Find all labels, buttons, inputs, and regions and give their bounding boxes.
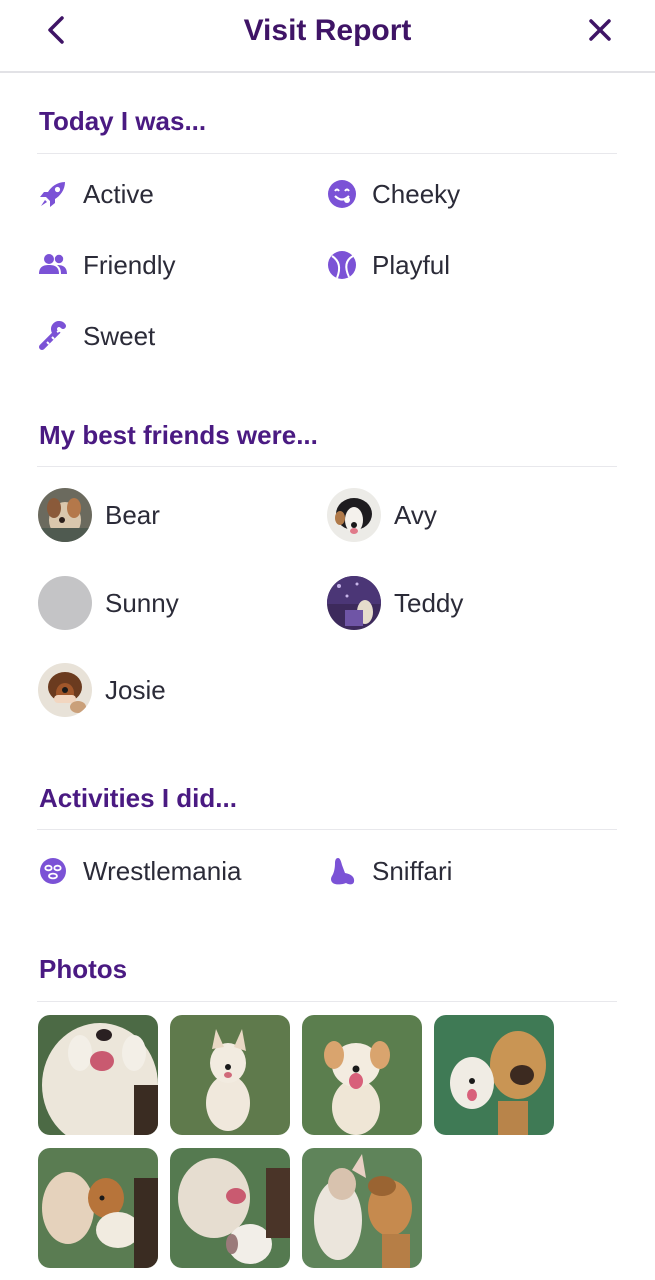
mood-label: Playful [372, 249, 451, 280]
friend-name: Teddy [394, 587, 464, 618]
photo-thumbnail[interactable] [302, 1148, 422, 1268]
avatar-placeholder [38, 576, 92, 630]
mood-item-cheeky: Cheeky [327, 172, 460, 216]
activities-section-title: Activities I did... [39, 783, 237, 813]
mood-item-playful: Playful [327, 243, 450, 287]
candy-cane-icon [38, 321, 68, 351]
close-icon [589, 19, 611, 41]
friend-item-teddy[interactable]: Teddy [327, 575, 463, 631]
mood-label: Cheeky [372, 178, 461, 209]
photos-divider [37, 1001, 617, 1002]
avatar [327, 576, 381, 630]
friend-item-sunny[interactable]: Sunny [38, 575, 179, 631]
photos-section-title: Photos [39, 954, 128, 984]
photo-thumbnail[interactable] [38, 1148, 158, 1268]
mood-item-friendly: Friendly [38, 243, 175, 287]
friend-name: Avy [394, 499, 437, 530]
mood-item-sweet: Sweet [38, 314, 155, 358]
avatar [38, 663, 92, 717]
ball-icon [327, 250, 357, 280]
users-icon [38, 250, 68, 280]
avatar [38, 488, 92, 542]
photo-thumbnail[interactable] [170, 1015, 290, 1135]
activity-label: Sniffari [372, 855, 453, 886]
friend-name: Sunny [105, 587, 179, 618]
mood-label: Active [83, 178, 154, 209]
moods-divider [37, 153, 617, 154]
activity-item-wrestlemania: Wrestlemania [38, 849, 241, 893]
friend-item-avy[interactable]: Avy [327, 487, 437, 543]
mood-label: Sweet [83, 320, 156, 351]
nose-icon [327, 856, 357, 886]
moods-section-title: Today I was... [39, 106, 207, 136]
friend-item-bear[interactable]: Bear [38, 487, 160, 543]
photo-thumbnail[interactable] [302, 1015, 422, 1135]
friend-name: Josie [105, 674, 166, 705]
photo-thumbnail[interactable] [434, 1015, 554, 1135]
photo-thumbnail[interactable] [38, 1015, 158, 1135]
rocket-icon [38, 179, 68, 209]
mood-label: Friendly [83, 249, 176, 280]
friends-divider [37, 466, 617, 467]
friend-item-josie[interactable]: Josie [38, 662, 166, 718]
cheeky-face-icon [327, 179, 357, 209]
activity-label: Wrestlemania [83, 855, 242, 886]
activities-divider [37, 829, 617, 830]
activity-item-sniffari: Sniffari [327, 849, 452, 893]
wrestler-mask-icon [38, 856, 68, 886]
friends-section-title: My best friends were... [39, 420, 318, 450]
header-bar: Visit Report [0, 0, 655, 73]
page-title: Visit Report [243, 14, 412, 47]
avatar [327, 488, 381, 542]
friend-name: Bear [105, 499, 160, 530]
photo-thumbnail[interactable] [170, 1148, 290, 1268]
mood-item-active: Active [38, 172, 154, 216]
close-button[interactable] [580, 10, 620, 50]
